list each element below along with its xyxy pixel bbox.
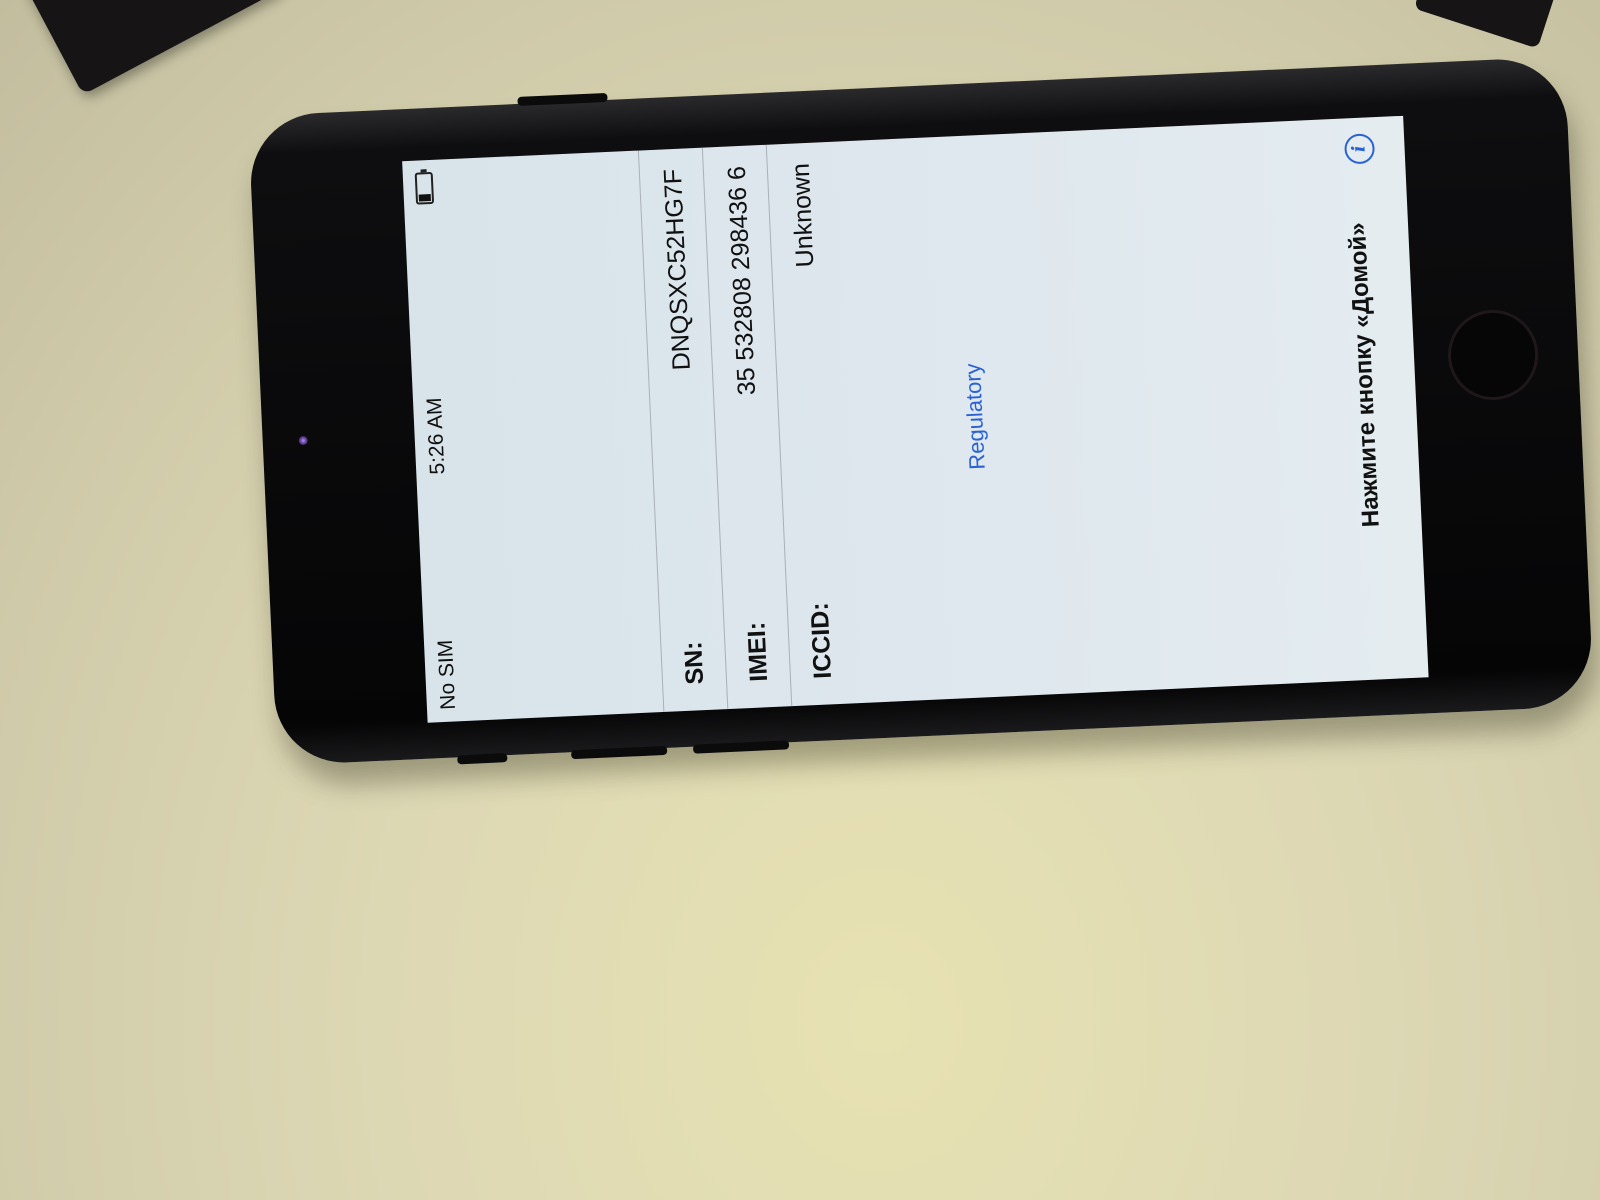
iccid-value: Unknown — [786, 162, 820, 268]
background-object-right — [1413, 0, 1557, 49]
press-home-hint: Нажмите кнопку «Домой» — [1343, 221, 1385, 528]
info-icon[interactable]: i — [1343, 133, 1376, 165]
status-bar: No SIM 5:26 AM — [402, 159, 467, 722]
battery-fill — [418, 194, 431, 202]
imei-value: 35 532808 298436 6 — [722, 165, 762, 396]
status-time: 5:26 AM — [422, 397, 450, 476]
volume-down-button — [692, 740, 790, 754]
battery-icon — [414, 171, 435, 205]
front-camera — [298, 435, 308, 446]
phone: No SIM 5:26 AM SN: DNQSXC52HG7F IMEI: 35… — [247, 56, 1595, 766]
carrier-label: No SIM — [433, 639, 461, 711]
background-object-left — [22, 0, 287, 95]
iccid-label: ICCID: — [805, 601, 838, 680]
sn-label: SN: — [679, 640, 710, 686]
mute-switch — [457, 753, 508, 765]
imei-label: IMEI: — [742, 621, 774, 683]
activation-info-screen: No SIM 5:26 AM SN: DNQSXC52HG7F IMEI: 35… — [402, 116, 1428, 723]
volume-up-button — [571, 745, 668, 760]
regulatory-link[interactable]: Regulatory — [950, 135, 1001, 698]
phone-screen: No SIM 5:26 AM SN: DNQSXC52HG7F IMEI: 35… — [402, 115, 1429, 723]
sn-value: DNQSXC52HG7F — [658, 168, 696, 371]
side-button — [517, 92, 608, 106]
home-button[interactable] — [1446, 307, 1541, 402]
